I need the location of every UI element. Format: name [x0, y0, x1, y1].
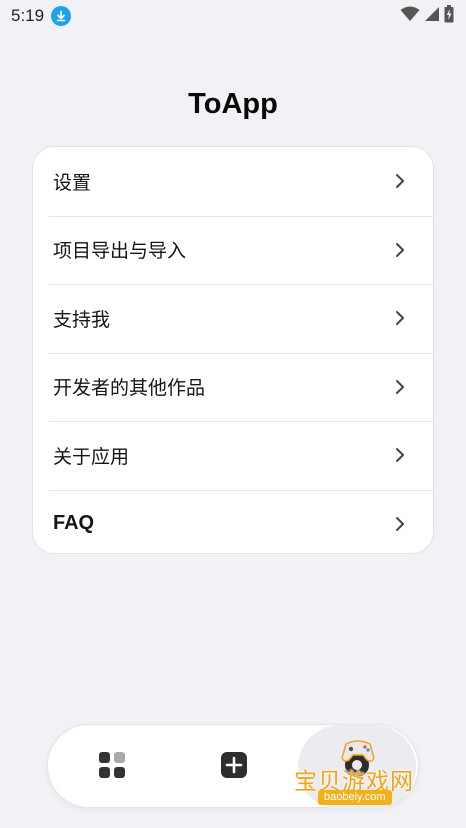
- menu-card: 设置 项目导出与导入 支持我 开发者的其他作品 关于应用 FAQ: [32, 146, 434, 554]
- grid-icon: [98, 751, 126, 783]
- nav-settings-tab[interactable]: [298, 725, 416, 809]
- menu-item-about[interactable]: 关于应用: [33, 421, 433, 490]
- chevron-right-icon: [395, 379, 405, 395]
- menu-item-other-works[interactable]: 开发者的其他作品: [33, 352, 433, 422]
- menu-item-faq[interactable]: FAQ: [33, 489, 433, 554]
- status-bar: 5:19: [0, 0, 466, 32]
- screen: 5:19 ToApp 设置 项目导出与导入 支持我 开发者的其他作品 关于应用 …: [0, 0, 466, 828]
- signal-icon: [424, 6, 440, 26]
- chevron-right-icon: [395, 447, 405, 463]
- menu-item-support-me[interactable]: 支持我: [33, 284, 433, 353]
- status-time: 5:19: [11, 6, 45, 25]
- battery-charging-icon: [444, 5, 454, 27]
- menu-item-label: 关于应用: [53, 445, 130, 468]
- menu-item-settings[interactable]: 设置: [33, 147, 433, 216]
- chevron-right-icon: [395, 173, 405, 189]
- chevron-right-icon: [395, 242, 405, 258]
- menu-item-label: 项目导出与导入: [53, 240, 187, 263]
- nav-add-button[interactable]: [192, 725, 276, 809]
- menu-item-label: 支持我: [53, 308, 111, 331]
- menu-item-label: FAQ: [53, 512, 95, 535]
- wifi-icon: [400, 6, 420, 26]
- nav-grid-button[interactable]: [70, 725, 154, 809]
- menu-item-label: 开发者的其他作品: [53, 377, 206, 400]
- chevron-right-icon: [395, 516, 405, 532]
- chevron-right-icon: [395, 310, 405, 326]
- bottom-nav: [47, 724, 419, 809]
- menu-item-label: 设置: [53, 171, 92, 194]
- add-square-icon: [220, 751, 248, 783]
- app-title: ToApp: [188, 88, 278, 120]
- menu-item-export-import[interactable]: 项目导出与导入: [33, 215, 433, 285]
- settings-tab-icon: [343, 751, 371, 783]
- download-badge-icon: [51, 6, 72, 26]
- status-icons: [400, 5, 454, 27]
